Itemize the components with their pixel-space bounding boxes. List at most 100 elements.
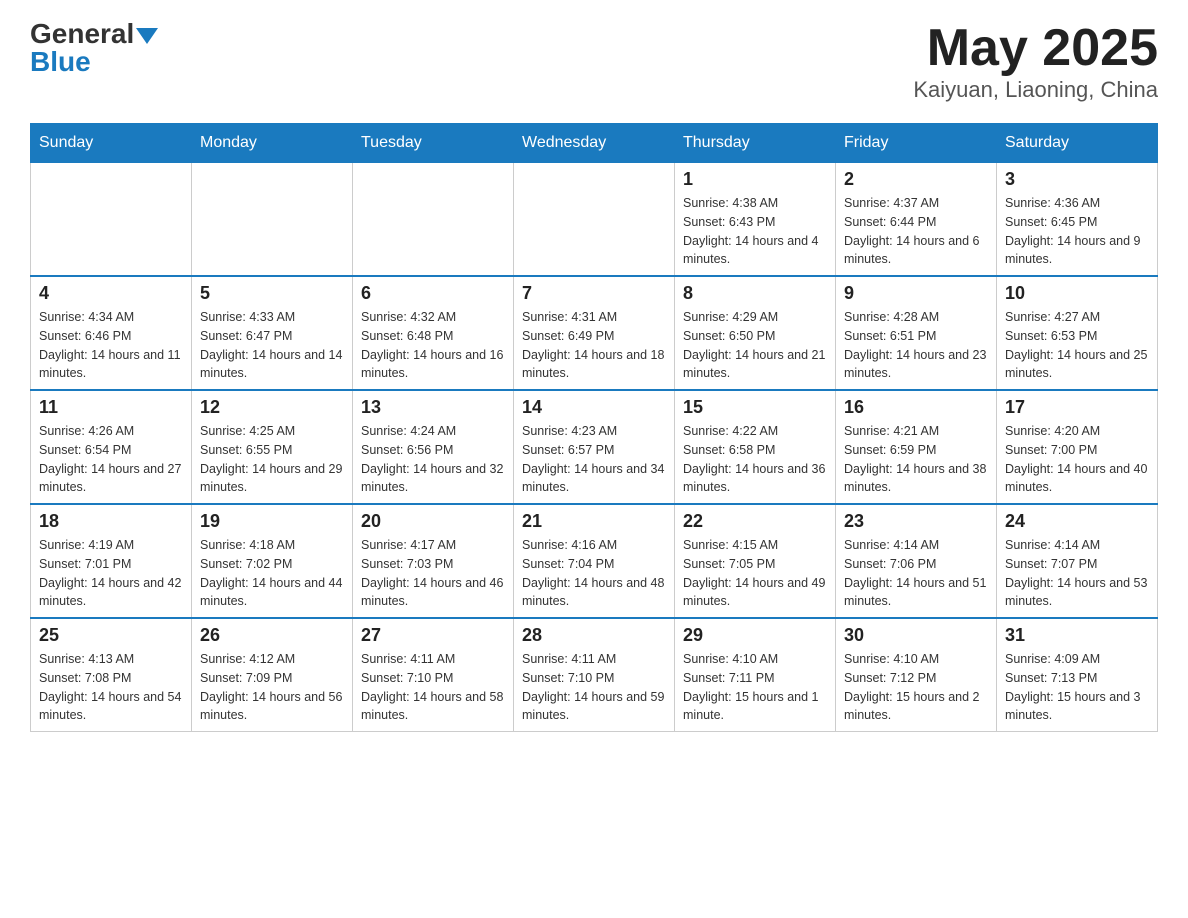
day-info: Sunrise: 4:18 AM Sunset: 7:02 PM Dayligh…	[200, 536, 344, 611]
subtitle: Kaiyuan, Liaoning, China	[913, 77, 1158, 103]
weekday-row: SundayMondayTuesdayWednesdayThursdayFrid…	[31, 124, 1158, 163]
day-number: 19	[200, 511, 344, 532]
weekday-header-sunday: Sunday	[31, 124, 192, 163]
day-cell: 11 Sunrise: 4:26 AM Sunset: 6:54 PM Dayli…	[31, 390, 192, 504]
day-info: Sunrise: 4:38 AM Sunset: 6:43 PM Dayligh…	[683, 194, 827, 269]
day-info: Sunrise: 4:22 AM Sunset: 6:58 PM Dayligh…	[683, 422, 827, 497]
day-number: 5	[200, 283, 344, 304]
day-info: Sunrise: 4:29 AM Sunset: 6:50 PM Dayligh…	[683, 308, 827, 383]
day-info: Sunrise: 4:13 AM Sunset: 7:08 PM Dayligh…	[39, 650, 183, 725]
logo-triangle-icon	[136, 28, 158, 44]
day-info: Sunrise: 4:14 AM Sunset: 7:06 PM Dayligh…	[844, 536, 988, 611]
day-cell: 31Sunrise: 4:09 AM Sunset: 7:13 PM Dayli…	[997, 618, 1158, 732]
day-info: Sunrise: 4:10 AM Sunset: 7:12 PM Dayligh…	[844, 650, 988, 725]
day-cell: 2Sunrise: 4:37 AM Sunset: 6:44 PM Daylig…	[836, 163, 997, 277]
week-row-1: 1 Sunrise: 4:38 AM Sunset: 6:43 PM Daylig…	[31, 163, 1158, 277]
day-cell: 28Sunrise: 4:11 AM Sunset: 7:10 PM Dayli…	[514, 618, 675, 732]
day-cell: 6Sunrise: 4:32 AM Sunset: 6:48 PM Daylig…	[353, 276, 514, 390]
day-number: 16	[844, 397, 988, 418]
day-cell: 17 Sunrise: 4:20 AM Sunset: 7:00 PM Dayli…	[997, 390, 1158, 504]
weekday-header-friday: Friday	[836, 124, 997, 163]
day-number: 7	[522, 283, 666, 304]
day-cell: 3 Sunrise: 4:36 AM Sunset: 6:45 PM Daylig…	[997, 163, 1158, 277]
week-row-5: 25Sunrise: 4:13 AM Sunset: 7:08 PM Dayli…	[31, 618, 1158, 732]
day-cell: 30 Sunrise: 4:10 AM Sunset: 7:12 PM Dayli…	[836, 618, 997, 732]
weekday-header-tuesday: Tuesday	[353, 124, 514, 163]
day-number: 26	[200, 625, 344, 646]
day-number: 23	[844, 511, 988, 532]
day-number: 12	[200, 397, 344, 418]
day-cell: 16 Sunrise: 4:21 AM Sunset: 6:59 PM Dayli…	[836, 390, 997, 504]
week-row-4: 18 Sunrise: 4:19 AM Sunset: 7:01 PM Dayli…	[31, 504, 1158, 618]
day-number: 11	[39, 397, 183, 418]
day-cell: 20 Sunrise: 4:17 AM Sunset: 7:03 PM Dayli…	[353, 504, 514, 618]
day-info: Sunrise: 4:11 AM Sunset: 7:10 PM Dayligh…	[522, 650, 666, 725]
day-info: Sunrise: 4:21 AM Sunset: 6:59 PM Dayligh…	[844, 422, 988, 497]
day-number: 20	[361, 511, 505, 532]
month-title: May 2025	[913, 20, 1158, 77]
day-number: 22	[683, 511, 827, 532]
day-number: 18	[39, 511, 183, 532]
page-header: General Blue May 2025 Kaiyuan, Liaoning,…	[30, 20, 1158, 103]
day-cell	[192, 163, 353, 277]
day-number: 9	[844, 283, 988, 304]
day-number: 8	[683, 283, 827, 304]
day-number: 17	[1005, 397, 1149, 418]
calendar-table: SundayMondayTuesdayWednesdayThursdayFrid…	[30, 123, 1158, 732]
day-info: Sunrise: 4:36 AM Sunset: 6:45 PM Dayligh…	[1005, 194, 1149, 269]
day-cell: 25Sunrise: 4:13 AM Sunset: 7:08 PM Dayli…	[31, 618, 192, 732]
day-cell	[31, 163, 192, 277]
weekday-header-thursday: Thursday	[675, 124, 836, 163]
day-info: Sunrise: 4:25 AM Sunset: 6:55 PM Dayligh…	[200, 422, 344, 497]
day-info: Sunrise: 4:27 AM Sunset: 6:53 PM Dayligh…	[1005, 308, 1149, 383]
day-info: Sunrise: 4:16 AM Sunset: 7:04 PM Dayligh…	[522, 536, 666, 611]
day-cell: 12 Sunrise: 4:25 AM Sunset: 6:55 PM Dayli…	[192, 390, 353, 504]
day-number: 14	[522, 397, 666, 418]
logo: General Blue	[30, 20, 158, 76]
weekday-header-monday: Monday	[192, 124, 353, 163]
day-info: Sunrise: 4:23 AM Sunset: 6:57 PM Dayligh…	[522, 422, 666, 497]
day-number: 1	[683, 169, 827, 190]
day-number: 4	[39, 283, 183, 304]
day-cell: 9 Sunrise: 4:28 AM Sunset: 6:51 PM Daylig…	[836, 276, 997, 390]
day-cell: 29 Sunrise: 4:10 AM Sunset: 7:11 PM Dayli…	[675, 618, 836, 732]
day-cell: 22 Sunrise: 4:15 AM Sunset: 7:05 PM Dayli…	[675, 504, 836, 618]
day-info: Sunrise: 4:15 AM Sunset: 7:05 PM Dayligh…	[683, 536, 827, 611]
day-number: 30	[844, 625, 988, 646]
week-row-2: 4 Sunrise: 4:34 AM Sunset: 6:46 PM Daylig…	[31, 276, 1158, 390]
day-info: Sunrise: 4:33 AM Sunset: 6:47 PM Dayligh…	[200, 308, 344, 383]
calendar-header: SundayMondayTuesdayWednesdayThursdayFrid…	[31, 124, 1158, 163]
day-info: Sunrise: 4:17 AM Sunset: 7:03 PM Dayligh…	[361, 536, 505, 611]
day-cell	[353, 163, 514, 277]
day-number: 29	[683, 625, 827, 646]
day-cell: 24Sunrise: 4:14 AM Sunset: 7:07 PM Dayli…	[997, 504, 1158, 618]
day-number: 15	[683, 397, 827, 418]
day-cell: 15 Sunrise: 4:22 AM Sunset: 6:58 PM Dayli…	[675, 390, 836, 504]
day-cell: 27Sunrise: 4:11 AM Sunset: 7:10 PM Dayli…	[353, 618, 514, 732]
title-area: May 2025 Kaiyuan, Liaoning, China	[913, 20, 1158, 103]
day-cell	[514, 163, 675, 277]
calendar-body: 1 Sunrise: 4:38 AM Sunset: 6:43 PM Daylig…	[31, 163, 1158, 732]
day-info: Sunrise: 4:19 AM Sunset: 7:01 PM Dayligh…	[39, 536, 183, 611]
day-info: Sunrise: 4:14 AM Sunset: 7:07 PM Dayligh…	[1005, 536, 1149, 611]
day-info: Sunrise: 4:26 AM Sunset: 6:54 PM Dayligh…	[39, 422, 183, 497]
day-number: 10	[1005, 283, 1149, 304]
logo-general: General	[30, 20, 134, 48]
day-cell: 23 Sunrise: 4:14 AM Sunset: 7:06 PM Dayli…	[836, 504, 997, 618]
day-cell: 13Sunrise: 4:24 AM Sunset: 6:56 PM Dayli…	[353, 390, 514, 504]
day-info: Sunrise: 4:11 AM Sunset: 7:10 PM Dayligh…	[361, 650, 505, 725]
day-cell: 4 Sunrise: 4:34 AM Sunset: 6:46 PM Daylig…	[31, 276, 192, 390]
day-cell: 14 Sunrise: 4:23 AM Sunset: 6:57 PM Dayli…	[514, 390, 675, 504]
day-info: Sunrise: 4:24 AM Sunset: 6:56 PM Dayligh…	[361, 422, 505, 497]
day-info: Sunrise: 4:28 AM Sunset: 6:51 PM Dayligh…	[844, 308, 988, 383]
day-number: 3	[1005, 169, 1149, 190]
day-cell: 1 Sunrise: 4:38 AM Sunset: 6:43 PM Daylig…	[675, 163, 836, 277]
weekday-header-wednesday: Wednesday	[514, 124, 675, 163]
day-info: Sunrise: 4:10 AM Sunset: 7:11 PM Dayligh…	[683, 650, 827, 725]
day-info: Sunrise: 4:32 AM Sunset: 6:48 PM Dayligh…	[361, 308, 505, 383]
week-row-3: 11 Sunrise: 4:26 AM Sunset: 6:54 PM Dayli…	[31, 390, 1158, 504]
day-info: Sunrise: 4:20 AM Sunset: 7:00 PM Dayligh…	[1005, 422, 1149, 497]
day-info: Sunrise: 4:34 AM Sunset: 6:46 PM Dayligh…	[39, 308, 183, 383]
day-number: 2	[844, 169, 988, 190]
day-info: Sunrise: 4:09 AM Sunset: 7:13 PM Dayligh…	[1005, 650, 1149, 725]
